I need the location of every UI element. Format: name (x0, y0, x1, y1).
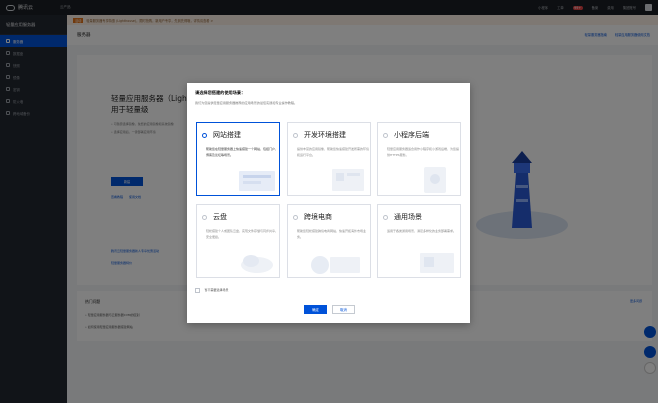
devenv-illustration (332, 169, 364, 191)
radio[interactable] (383, 132, 388, 138)
cancel-button[interactable]: 取消 (332, 305, 355, 314)
modal-title: 请选择您搭建的使用场景： (195, 90, 246, 95)
clouddisk-illustration (241, 255, 273, 273)
scenario-card-miniprogram[interactable]: 小程序后端 轻量应用服务器适合用作小程序和小游戏后端，为您提供HTTPS服务。 (377, 122, 461, 196)
card-label: 通用场景 (394, 213, 422, 221)
radio[interactable] (383, 214, 388, 220)
card-label: 小程序后端 (394, 131, 429, 139)
card-desc: 帮助您轻松搭建跨境电商网站，快速开拓海外市场业务。 (297, 229, 367, 239)
scenario-card-general[interactable]: 通用场景 适用于各类通用场景，满足多样化的业务部署需求。 (377, 204, 461, 278)
radio[interactable] (293, 214, 298, 220)
radio[interactable] (202, 214, 207, 220)
website-illustration (239, 171, 275, 191)
card-label: 跨境电商 (304, 213, 332, 221)
card-desc: 提供丰富的应用镜像，帮助您快速搭建开发所需的环境和运行平台。 (297, 147, 370, 157)
card-label: 云盘 (213, 213, 227, 221)
skip-option[interactable]: 暂不需要选择场景 (195, 288, 229, 293)
skip-checkbox[interactable] (195, 288, 200, 293)
scenario-card-devenv[interactable]: 开发环境搭建 提供丰富的应用镜像，帮助您快速搭建开发所需的环境和运行平台。 (287, 122, 371, 196)
card-label: 开发环境搭建 (304, 131, 346, 139)
card-desc: 轻松搭建个人或团队云盘，实现文件存储与同步共享，安全便捷。 (206, 229, 279, 239)
card-desc: 轻量应用服务器适合用作小程序和小游戏后端，为您提供HTTPS服务。 (387, 147, 460, 157)
modal-subtitle: 我们为您提供轻量应用服务器推荐的应用场景的最佳实践和专业操作教程。 (195, 101, 298, 105)
card-label: 网站搭建 (213, 131, 241, 139)
ecommerce-illustration (311, 256, 360, 274)
card-desc: 帮助您在轻量服务器上快速搭建一个网站，包括门户、博客及论坛等场景。 (206, 147, 279, 157)
radio-selected[interactable] (202, 132, 207, 138)
scenario-card-clouddisk[interactable]: 云盘 轻松搭建个人或团队云盘，实现文件存储与同步共享，安全便捷。 (196, 204, 280, 278)
general-illustration (420, 253, 454, 273)
scenario-card-ecommerce[interactable]: 跨境电商 帮助您轻松搭建跨境电商网站，快速开拓海外市场业务。 (287, 204, 371, 278)
confirm-button[interactable]: 确定 (304, 305, 327, 314)
scenario-card-website[interactable]: 网站搭建 帮助您在轻量服务器上快速搭建一个网站，包括门户、博客及论坛等场景。 (196, 122, 280, 196)
card-desc: 适用于各类通用场景，满足多样化的业务部署需求。 (387, 229, 457, 233)
radio[interactable] (293, 132, 298, 138)
miniprogram-illustration (424, 167, 446, 193)
skip-label: 暂不需要选择场景 (204, 288, 229, 293)
scenario-modal: 请选择您搭建的使用场景： 我们为您提供轻量应用服务器推荐的应用场景的最佳实践和专… (187, 83, 470, 323)
